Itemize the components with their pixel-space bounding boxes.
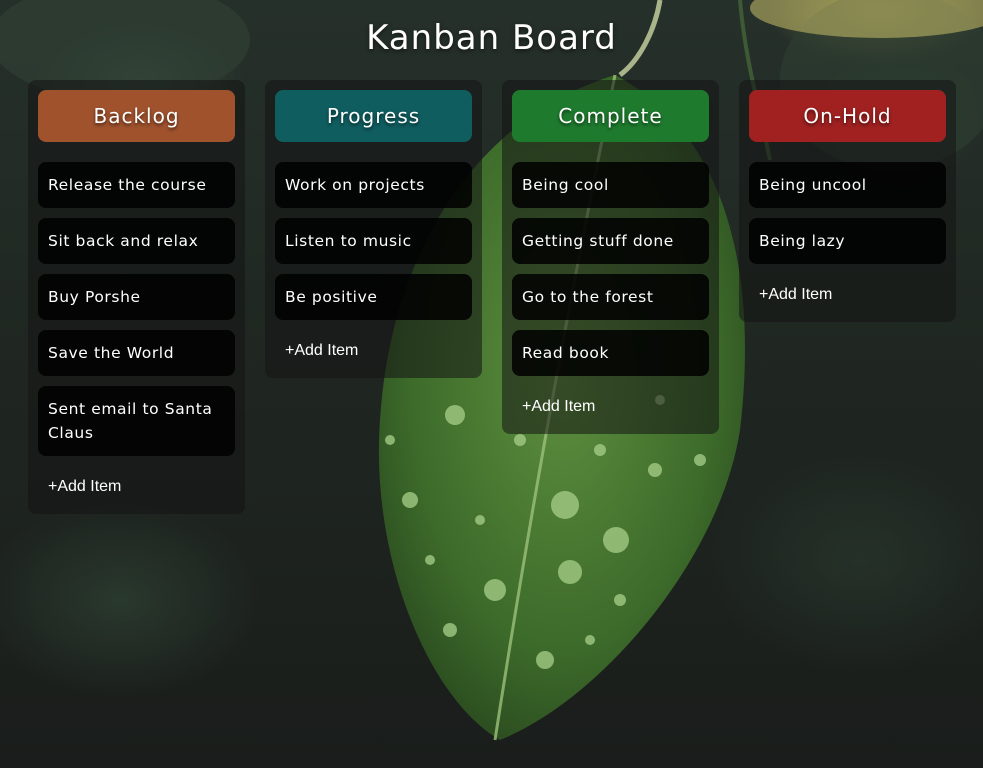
column-header-backlog[interactable]: Backlog [38, 90, 235, 142]
column-on-hold: On-Hold Being uncool Being lazy +Add Ite… [739, 80, 956, 322]
list-item[interactable]: Listen to music [275, 218, 472, 264]
column-progress: Progress Work on projects Listen to musi… [265, 80, 482, 378]
add-item-button[interactable]: +Add Item [749, 274, 946, 312]
list-item[interactable]: Getting stuff done [512, 218, 709, 264]
list-item[interactable]: Work on projects [275, 162, 472, 208]
list-item[interactable]: Sit back and relax [38, 218, 235, 264]
list-item[interactable]: Go to the forest [512, 274, 709, 320]
list-item[interactable]: Be positive [275, 274, 472, 320]
column-header-complete[interactable]: Complete [512, 90, 709, 142]
list-item[interactable]: Being lazy [749, 218, 946, 264]
column-header-on-hold[interactable]: On-Hold [749, 90, 946, 142]
list-item[interactable]: Read book [512, 330, 709, 376]
list-item[interactable]: Being uncool [749, 162, 946, 208]
page-title: Kanban Board [366, 18, 617, 58]
add-item-button[interactable]: +Add Item [38, 466, 235, 504]
list-item[interactable]: Save the World [38, 330, 235, 376]
column-header-progress[interactable]: Progress [275, 90, 472, 142]
list-item[interactable]: Being cool [512, 162, 709, 208]
add-item-button[interactable]: +Add Item [275, 330, 472, 368]
list-item[interactable]: Sent email to Santa Claus [38, 386, 235, 456]
list-item[interactable]: Buy Porshe [38, 274, 235, 320]
column-backlog: Backlog Release the course Sit back and … [28, 80, 245, 514]
add-item-button[interactable]: +Add Item [512, 386, 709, 424]
column-complete: Complete Being cool Getting stuff done G… [502, 80, 719, 434]
list-item[interactable]: Release the course [38, 162, 235, 208]
